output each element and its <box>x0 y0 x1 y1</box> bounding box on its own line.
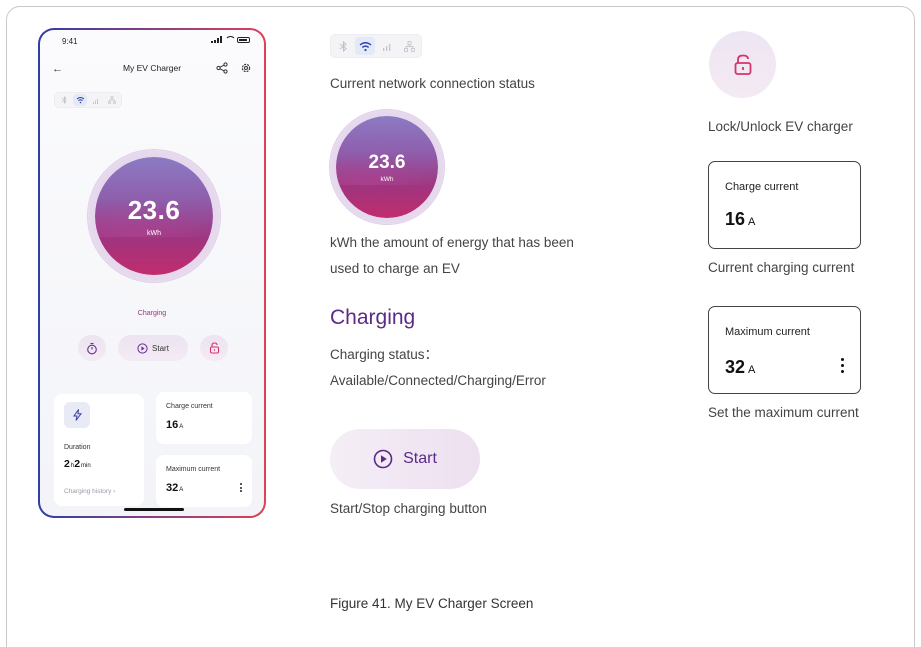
ethernet-icon <box>399 37 419 55</box>
share-icon[interactable] <box>216 62 228 76</box>
status-caption-line2: Available/Connected/Charging/Error <box>330 373 546 388</box>
lock-button-large[interactable] <box>709 31 776 98</box>
lightning-icon <box>64 402 90 428</box>
energy-gauge: 23.6 kWh <box>95 157 213 275</box>
unlock-icon <box>209 342 219 354</box>
network-caption: Current network connection status <box>330 76 535 91</box>
more-vert-icon[interactable] <box>841 358 844 373</box>
charging-status-title: Charging <box>330 306 416 329</box>
wifi-icon <box>355 37 375 55</box>
status-caption-line1: Charging status： <box>330 347 439 362</box>
network-status-bar <box>54 92 122 108</box>
network-status-bar-large <box>330 34 422 58</box>
charge-current-box: Charge current 16 A <box>708 161 861 249</box>
start-button-large[interactable]: Start <box>330 429 480 489</box>
play-icon <box>373 449 393 469</box>
start-label: Start <box>152 343 169 353</box>
energy-unit: kWh <box>380 175 394 183</box>
wifi-status-icon <box>225 36 236 43</box>
maximum-current-value: 32A <box>166 482 184 494</box>
charge-current-value: 16A <box>166 419 184 431</box>
play-icon <box>137 342 148 354</box>
gear-icon[interactable] <box>240 62 252 76</box>
start-label: Start <box>403 450 437 467</box>
duration-card: Duration 2h2min Charging history › <box>54 394 144 506</box>
maximum-current-card[interactable]: Maximum current 32A <box>156 455 252 507</box>
cellular-icon <box>89 94 103 106</box>
maximum-current-label: Maximum current <box>166 466 221 473</box>
wifi-icon <box>73 94 87 106</box>
unlock-icon <box>734 54 751 75</box>
figure-caption: Figure 41. My EV Charger Screen <box>330 596 534 611</box>
charge-current-caption: Current charging current <box>708 260 855 275</box>
lock-button[interactable] <box>200 335 228 361</box>
charging-status: Charging <box>137 310 167 317</box>
maximum-current-value: 32A <box>725 357 756 377</box>
timer-button[interactable] <box>78 335 106 361</box>
energy-value: 23.6 <box>368 151 406 173</box>
energy-value: 23.6 <box>127 195 181 225</box>
duration-value: 2h2min <box>64 458 91 470</box>
charge-current-value: 16A <box>725 209 756 229</box>
energy-caption-line1: kWh the amount of energy that has been <box>330 235 574 250</box>
lock-caption: Lock/Unlock EV charger <box>708 119 853 134</box>
status-icons <box>211 36 250 43</box>
start-caption: Start/Stop charging button <box>330 501 487 516</box>
status-time: 9:41 <box>62 37 78 46</box>
timer-icon <box>87 342 97 354</box>
charge-current-card: Charge current 16A <box>156 392 252 444</box>
battery-icon <box>237 36 250 43</box>
duration-label: Duration <box>64 444 91 451</box>
chevron-right-icon: › <box>113 488 116 495</box>
cellular-icon <box>377 37 397 55</box>
control-buttons: Start <box>78 335 228 361</box>
app-bar: ← My EV Charger <box>40 60 264 80</box>
bluetooth-icon <box>333 37 353 55</box>
charge-current-label: Charge current <box>166 403 213 410</box>
maximum-current-label: Maximum current <box>725 326 810 338</box>
app-title: My EV Charger <box>122 63 182 73</box>
more-vert-icon[interactable] <box>240 483 242 492</box>
start-button[interactable]: Start <box>118 335 188 361</box>
bluetooth-icon <box>57 94 71 106</box>
ethernet-icon <box>105 94 119 106</box>
charging-history-link[interactable]: Charging history › <box>64 488 115 495</box>
home-indicator <box>124 508 184 511</box>
energy-unit: kWh <box>147 230 161 237</box>
phone-mockup: 9:41 ← My EV Charger 23.6 kWh Charging S… <box>38 28 266 518</box>
status-bar: 9:41 <box>40 34 264 48</box>
charge-current-label: Charge current <box>725 181 799 193</box>
energy-gauge-large: 23.6 kWh <box>336 116 438 218</box>
energy-caption-line2: used to charge an EV <box>330 261 460 276</box>
maximum-current-caption: Set the maximum current <box>708 405 859 420</box>
maximum-current-box[interactable]: Maximum current 32 A <box>708 306 861 394</box>
cellular-signal-icon <box>211 36 222 43</box>
